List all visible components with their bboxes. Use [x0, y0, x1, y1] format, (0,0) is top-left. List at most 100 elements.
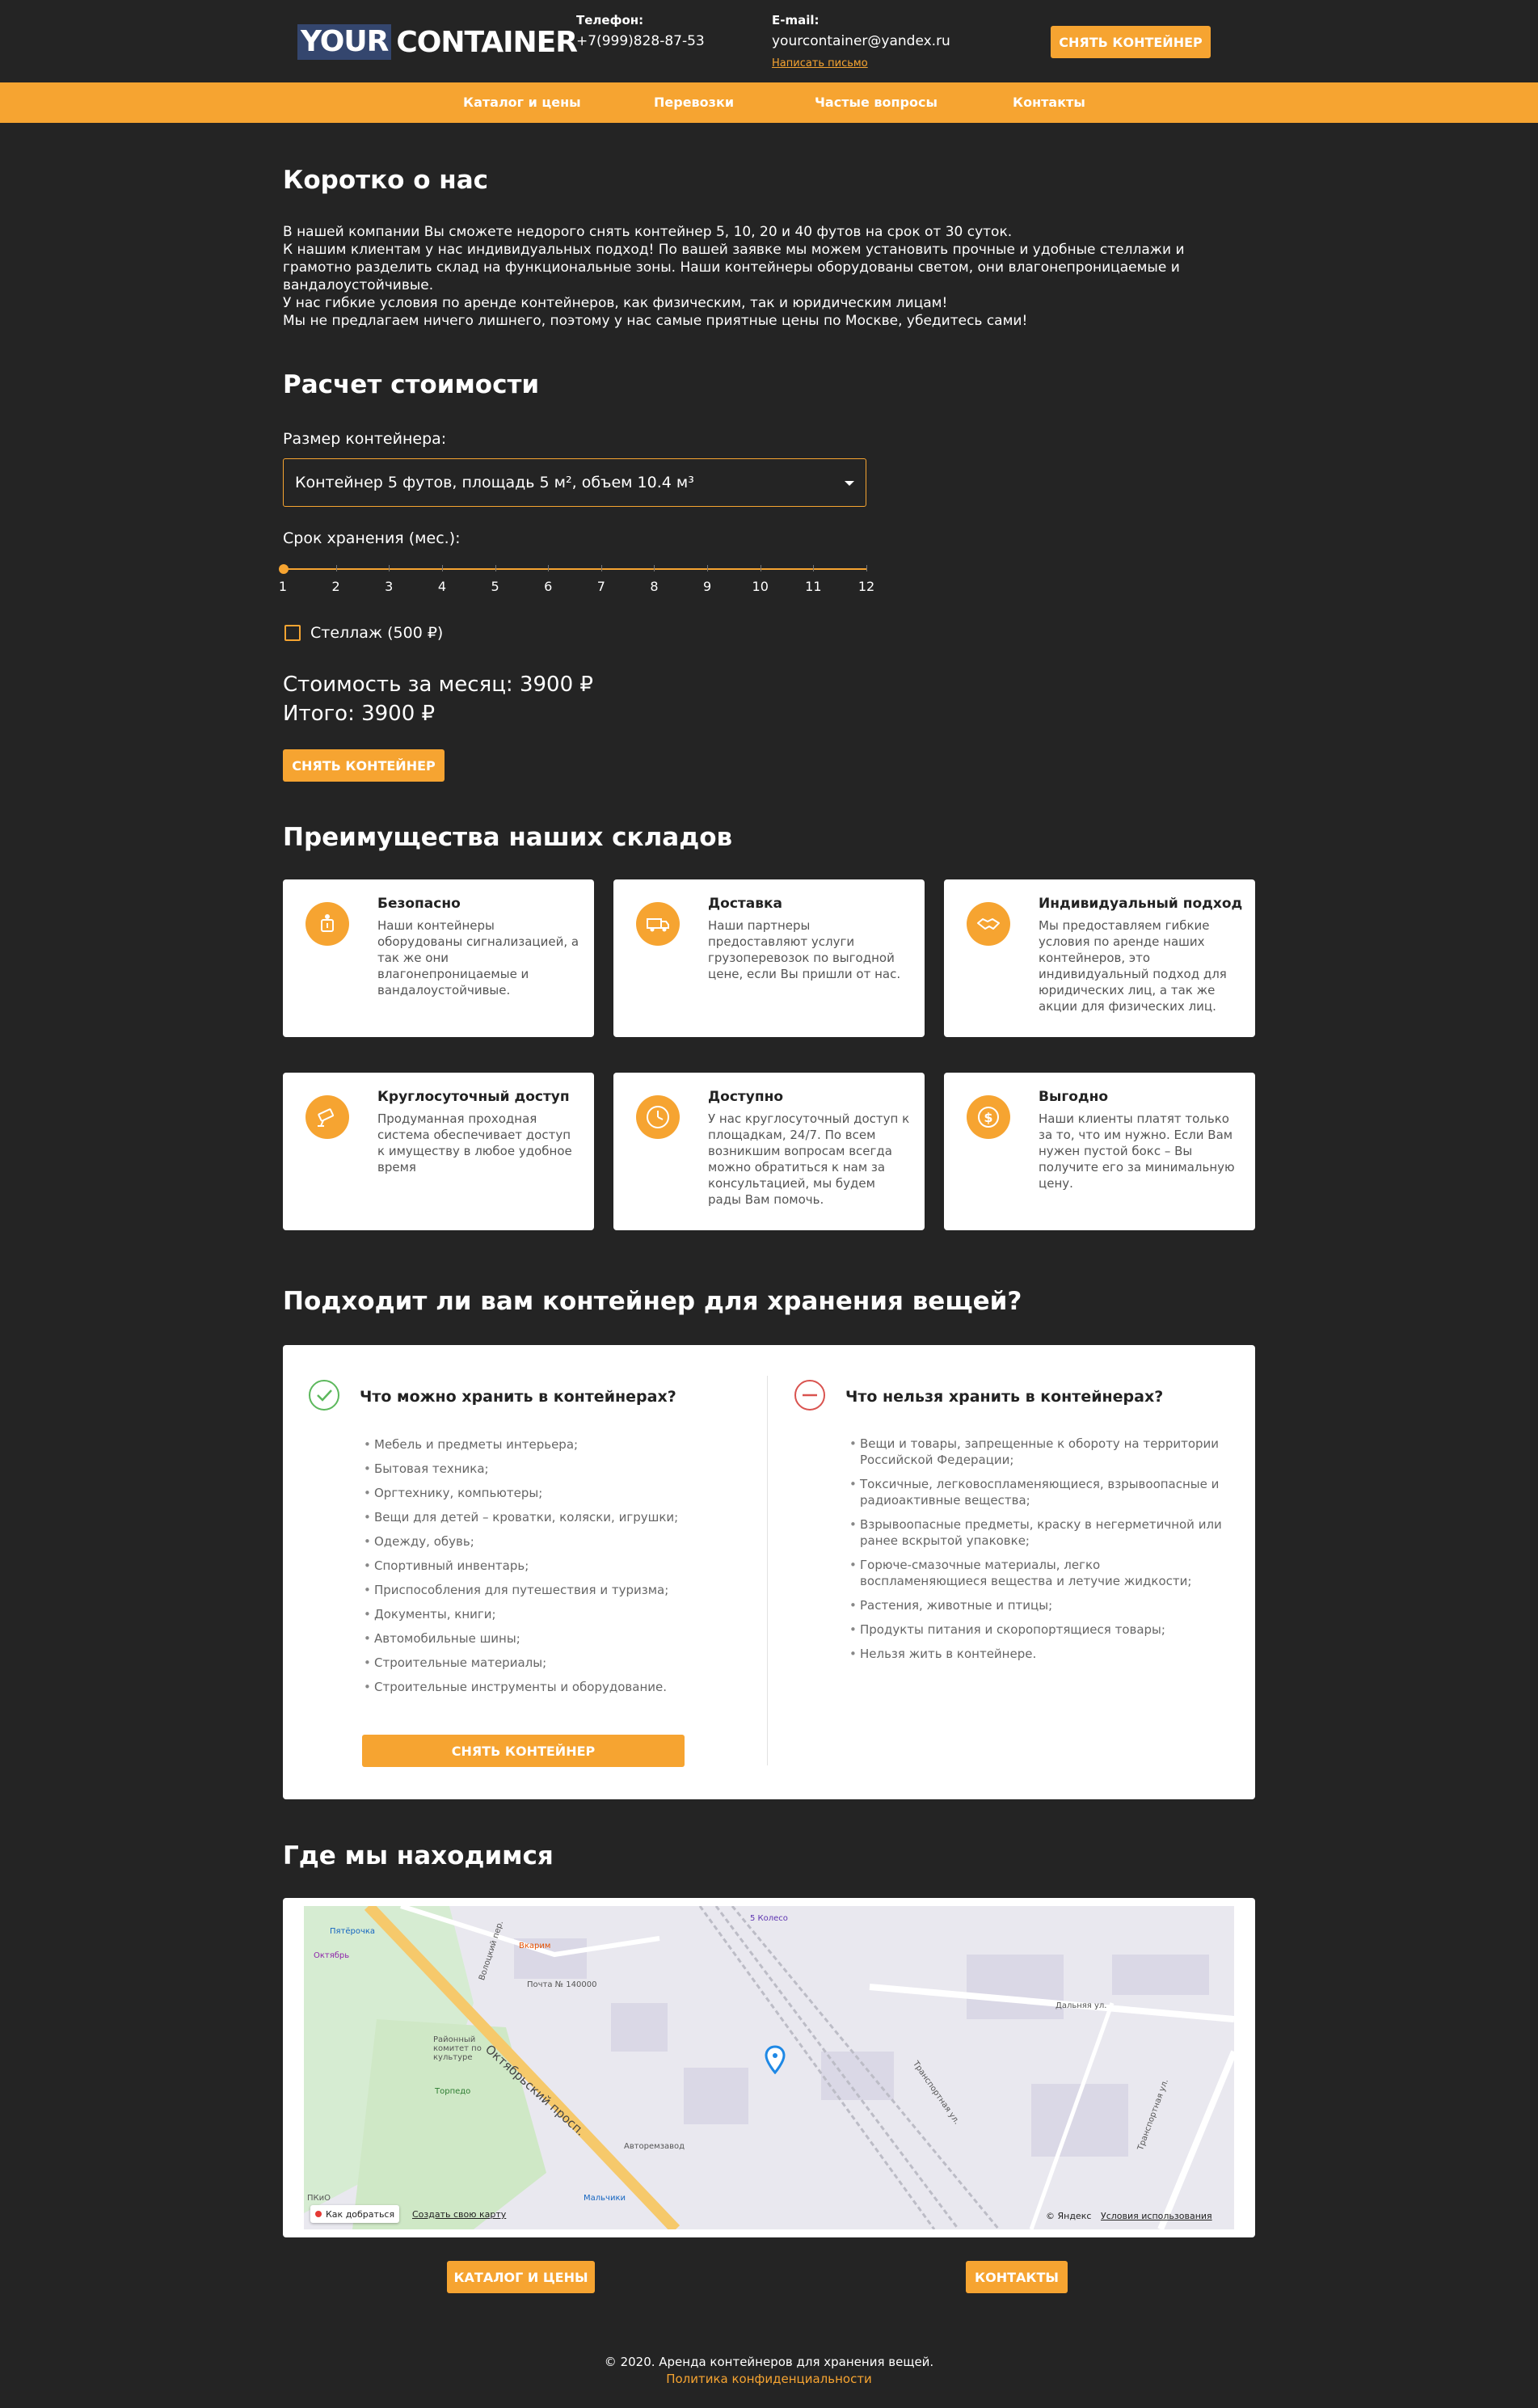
- map-label: Мальчики: [584, 2194, 626, 2203]
- allowed-item: Строительные материалы;: [364, 1655, 738, 1671]
- privacy-link: Политика конфиденциальности: [0, 2372, 1538, 2386]
- card-title: Безопасно: [377, 896, 461, 912]
- suits-rent-button[interactable]: СНЯТЬ КОНТЕЙНЕР: [362, 1735, 685, 1767]
- phone-number[interactable]: +7(999)828-87-53: [576, 33, 705, 49]
- create-map-link[interactable]: Создать свою карту: [412, 2209, 506, 2220]
- about-paragraph: К нашим клиентам у нас индивидуальных по…: [283, 242, 1185, 293]
- email-address[interactable]: yourcontainer@yandex.ru: [772, 33, 950, 49]
- slider-tick-label: 12: [857, 579, 875, 594]
- nav-item-transport[interactable]: Перевозки: [654, 82, 734, 123]
- card-title: Выгодно: [1039, 1089, 1109, 1105]
- contacts-button[interactable]: КОНТАКТЫ: [966, 2261, 1068, 2293]
- card-text: У нас круглосуточный доступ к площадкам,…: [708, 1111, 910, 1207]
- slider-tick-label: 8: [650, 579, 659, 594]
- site-logo[interactable]: YOUR CONTAINER: [297, 24, 578, 60]
- privacy-link-text[interactable]: Политика конфиденциальности: [666, 2372, 872, 2386]
- map-label: Районный комитет по культуре: [433, 2035, 482, 2062]
- container-size-select[interactable]: Контейнер 5 футов, площадь 5 м², объем 1…: [283, 458, 866, 507]
- about-paragraph: У нас гибкие условия по аренде контейнер…: [283, 295, 948, 311]
- truck-icon: [636, 902, 680, 946]
- allowed-item: Бытовая техника;: [364, 1461, 738, 1477]
- slider-tick: [335, 565, 337, 571]
- shelf-label[interactable]: Стеллаж (500 ₽): [310, 624, 443, 642]
- advantages-title: Преимущества наших складов: [283, 823, 733, 852]
- nav-item-faq[interactable]: Частые вопросы: [815, 82, 938, 123]
- map-label: Почта № 140000: [527, 1980, 597, 1989]
- slider-tick: [654, 565, 655, 571]
- slider-tick-label: 1: [278, 579, 288, 594]
- calc-rent-button[interactable]: СНЯТЬ КОНТЕЙНЕР: [283, 749, 445, 782]
- clock-icon: [636, 1095, 680, 1139]
- about-title: Коротко о нас: [283, 166, 489, 195]
- card-text: Наши клиенты платят только за то, что им…: [1039, 1111, 1235, 1191]
- card-title: Доступно: [708, 1089, 784, 1105]
- slider-tick-label: 10: [752, 579, 769, 594]
- phone-label: Телефон:: [576, 13, 644, 27]
- site-header: YOUR CONTAINER Телефон: +7(999)828-87-53…: [0, 0, 1538, 82]
- allowed-item: Мебель и предметы интерьера;: [364, 1436, 738, 1453]
- route-button[interactable]: Как добраться: [310, 2205, 400, 2223]
- slider-tick-label: 4: [437, 579, 446, 594]
- slider-tick-label: 7: [596, 579, 605, 594]
- slider-tick-label: 9: [702, 579, 712, 594]
- catalog-button[interactable]: КАТАЛОГ И ЦЕНЫ: [447, 2261, 595, 2293]
- slider-tick: [441, 565, 443, 571]
- svg-text:$: $: [984, 1110, 992, 1125]
- slider-tick: [813, 565, 815, 571]
- advantage-card: Индивидуальный подход Мы предоставляем г…: [944, 879, 1255, 1037]
- main-nav: Каталог и цены Перевозки Частые вопросы …: [0, 82, 1538, 123]
- write-letter-link[interactable]: Написать письмо: [772, 57, 868, 70]
- allowed-item: Оргтехнику, компьютеры;: [364, 1485, 738, 1501]
- slider-tick: [866, 565, 867, 571]
- term-slider-track[interactable]: [283, 568, 866, 570]
- terms-link[interactable]: Условия использования: [1101, 2211, 1212, 2221]
- map-label: ПКиО: [307, 2194, 331, 2203]
- slider-tick-label: 5: [491, 579, 499, 594]
- slider-tick: [707, 565, 709, 571]
- allowed-item: Одежду, обувь;: [364, 1533, 738, 1550]
- column-divider: [767, 1376, 768, 1765]
- check-circle-icon: [308, 1379, 340, 1415]
- container-size-value: Контейнер 5 футов, площадь 5 м², объем 1…: [295, 474, 694, 491]
- card-title: Индивидуальный подход: [1039, 896, 1243, 912]
- yandex-copyright: © Яндекс: [1046, 2211, 1092, 2221]
- handshake-icon: [967, 902, 1010, 946]
- card-title: Доставка: [708, 896, 782, 912]
- size-label: Размер контейнера:: [283, 430, 447, 448]
- forbidden-item: Токсичные, легковоспламеняющиеся, взрыво…: [849, 1476, 1224, 1508]
- logo-part-container: CONTAINER: [396, 25, 578, 59]
- total-price: Итого: 3900 ₽: [283, 702, 436, 726]
- location-pin-icon[interactable]: [765, 2045, 786, 2077]
- map-label: Торпедо: [435, 2087, 471, 2096]
- term-label: Срок хранения (мес.):: [283, 529, 461, 547]
- shelf-checkbox[interactable]: [284, 625, 301, 641]
- advantage-card: $ Выгодно Наши клиенты платят только за …: [944, 1073, 1255, 1230]
- map-label: 5 Колесо: [750, 1914, 788, 1923]
- advantage-card: Безопасно Наши контейнеры оборудованы си…: [283, 879, 594, 1037]
- monthly-price: Стоимость за месяц: 3900 ₽: [283, 673, 593, 697]
- nav-item-contacts[interactable]: Контакты: [1013, 82, 1085, 123]
- forbidden-item: Нельзя жить в контейнере.: [849, 1646, 1224, 1662]
- slider-tick: [600, 565, 602, 571]
- map-label: Октябрь: [314, 1951, 350, 1960]
- map-label: Пятёрочка: [330, 1927, 376, 1936]
- suits-panel: Что можно хранить в контейнерах? Мебель …: [283, 1345, 1255, 1799]
- about-paragraph: Мы не предлагаем ничего лишнего, поэтому…: [283, 313, 1028, 329]
- slider-tick: [495, 565, 496, 571]
- map-panel: Октябрьский просп. Волоцкий пер. Дальняя…: [283, 1898, 1255, 2237]
- card-text: Наши партнеры предоставляют услуги грузо…: [708, 918, 901, 981]
- card-text: Продуманная проходная система обеспечива…: [377, 1111, 572, 1174]
- header-rent-button[interactable]: СНЯТЬ КОНТЕЙНЕР: [1051, 26, 1211, 58]
- term-slider-handle[interactable]: [279, 564, 289, 574]
- calc-title: Расчет стоимости: [283, 370, 540, 399]
- footer-copyright: © 2020. Аренда контейнеров для хранения …: [604, 2355, 934, 2369]
- forbidden-item: Растения, животные и птицы;: [849, 1597, 1224, 1613]
- advantage-card: Доступно У нас круглосуточный доступ к п…: [613, 1073, 925, 1230]
- yandex-map[interactable]: Октябрьский просп. Волоцкий пер. Дальняя…: [304, 1906, 1234, 2229]
- forbidden-item: Продукты питания и скоропортящиеся товар…: [849, 1621, 1224, 1638]
- forbidden-item: Взрывоопасные предметы, краску в негерме…: [849, 1516, 1224, 1549]
- slider-tick-label: 2: [331, 579, 340, 594]
- slider-tick-label: 3: [385, 579, 394, 594]
- nav-item-catalog[interactable]: Каталог и цены: [463, 82, 581, 123]
- logo-part-your: YOUR: [297, 24, 392, 60]
